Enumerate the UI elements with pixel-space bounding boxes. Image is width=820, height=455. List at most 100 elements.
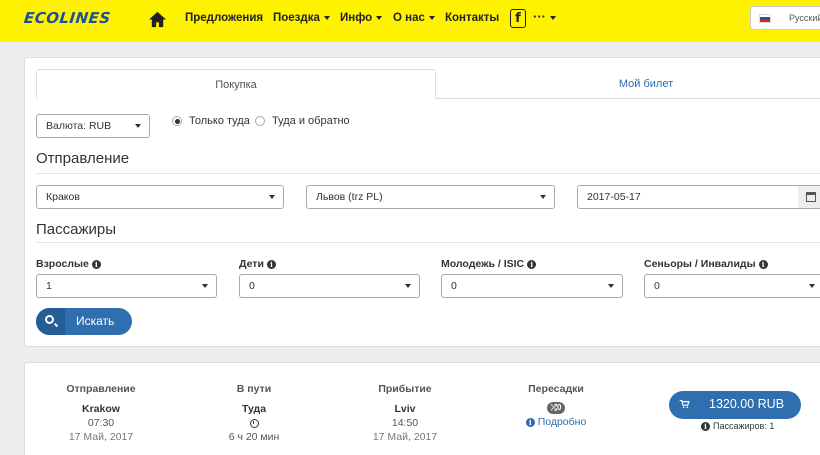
info-icon[interactable]: i [266, 259, 276, 269]
passengers-title: Пассажиры [36, 221, 117, 238]
to-value: Львов (trz PL) [316, 191, 383, 203]
youth-label-text: Молодежь / ISIC [441, 258, 525, 270]
nav-offers[interactable]: Предложения [185, 12, 263, 24]
children-value: 0 [249, 280, 255, 292]
adults-label-text: Взрослые [36, 258, 89, 270]
arrival-city: Lviv [394, 403, 416, 415]
chevron-down-icon [202, 284, 208, 288]
more-icon: ··· [533, 9, 546, 24]
calendar-icon [806, 192, 816, 202]
search-button[interactable]: Искать [36, 308, 132, 335]
date-input[interactable]: 2017-05-17 [577, 185, 799, 209]
result-panel: Отправление Krakow 07:30 17 Май, 2017 В … [24, 362, 820, 455]
tab-my-ticket[interactable]: Мой билет [436, 69, 820, 99]
currency-value: Валюта: RUB [46, 120, 112, 132]
nav-trip[interactable]: Поездка [273, 12, 330, 24]
details-link[interactable]: i Подробно [511, 416, 601, 428]
travel-direction: Туда [241, 403, 267, 415]
nav-info-label: Инфо [340, 12, 373, 24]
divider [36, 173, 820, 174]
currency-select[interactable]: Валюта: RUB [36, 114, 150, 138]
search-panel: Покупка Мой билет Валюта: RUB Только туд… [24, 57, 820, 347]
travel-head: В пути [236, 383, 272, 395]
radio-round-trip-label[interactable]: Туда и обратно [272, 115, 350, 127]
home-icon[interactable] [148, 10, 167, 29]
from-select[interactable]: Краков [36, 185, 284, 209]
ecolines-logo[interactable]: ECOLINES [23, 9, 112, 27]
radio-round-trip[interactable] [255, 116, 265, 126]
search-icon [45, 315, 54, 324]
language-selector[interactable]: Русский [750, 6, 820, 30]
youth-label: Молодежь / ISIC i [441, 258, 537, 270]
divider [36, 242, 820, 243]
chevron-down-icon [269, 195, 275, 199]
children-select[interactable]: 0 [239, 274, 420, 298]
arrival-time: 14:50 [391, 417, 419, 429]
seniors-select[interactable]: 0 [644, 274, 820, 298]
result-travel: В пути Туда 6 ч 20 мин [209, 383, 299, 443]
arrival-date: 17 Май, 2017 [372, 431, 438, 443]
children-label: Дети i [239, 258, 276, 270]
price-label: 1320.00 RUB [709, 397, 785, 411]
nav-trip-label: Поездка [273, 12, 320, 24]
chevron-down-icon [376, 15, 383, 20]
chevron-down-icon [135, 124, 141, 128]
date-value: 2017-05-17 [587, 191, 641, 203]
transfers-row: ⤮0 [511, 395, 601, 414]
travel-duration: 6 ч 20 мин [228, 431, 280, 443]
language-label: Русский [789, 13, 820, 23]
departure-date: 17 Май, 2017 [68, 431, 134, 443]
arrival-head: Прибытие [378, 383, 432, 395]
transfers-count: 0 [556, 403, 562, 412]
cart-icon [679, 400, 690, 408]
seniors-label: Сеньоры / Инвалиды i [644, 258, 768, 270]
chevron-down-icon [809, 284, 815, 288]
youth-value: 0 [451, 280, 457, 292]
chevron-down-icon [608, 284, 614, 288]
nav-contacts[interactable]: Контакты [445, 12, 499, 24]
seniors-value: 0 [654, 280, 660, 292]
departure-time: 07:30 [87, 417, 115, 429]
passenger-count-text: Пассажиров: 1 [713, 421, 775, 431]
passenger-count: i Пассажиров: 1 [701, 421, 775, 432]
youth-select[interactable]: 0 [441, 274, 623, 298]
info-icon[interactable]: i [91, 259, 101, 269]
chevron-down-icon [405, 284, 411, 288]
search-button-label: Искать [76, 314, 115, 328]
russia-flag-icon [759, 14, 771, 23]
radio-one-way-label[interactable]: Только туда [189, 115, 250, 127]
to-select[interactable]: Львов (trz PL) [306, 185, 555, 209]
search-icon-box [36, 308, 65, 335]
from-value: Краков [46, 191, 80, 203]
radio-one-way[interactable] [172, 116, 182, 126]
info-icon[interactable]: i [701, 422, 710, 432]
info-icon: i [525, 417, 535, 427]
adults-value: 1 [46, 280, 52, 292]
nav-more[interactable]: ··· [533, 9, 556, 24]
nav-about[interactable]: О нас [393, 12, 435, 24]
result-departure: Отправление Krakow 07:30 17 Май, 2017 [56, 383, 146, 443]
result-arrival: Прибытие Lviv 14:50 17 Май, 2017 [360, 383, 450, 443]
info-icon[interactable]: i [758, 259, 768, 269]
nav-info[interactable]: Инфо [340, 12, 383, 24]
transfers-badge: ⤮0 [546, 402, 566, 414]
details-link-label: Подробно [537, 416, 587, 428]
departure-head: Отправление [66, 383, 136, 395]
transfers-head: Пересадки [528, 383, 584, 395]
chevron-down-icon [550, 15, 556, 20]
clock-row [209, 417, 299, 429]
calendar-button[interactable] [798, 185, 820, 209]
tab-purchase[interactable]: Покупка [36, 69, 436, 99]
info-icon[interactable]: i [527, 259, 537, 269]
chevron-down-icon [428, 15, 435, 20]
children-label-text: Дети [239, 258, 264, 270]
adults-label: Взрослые i [36, 258, 101, 270]
chevron-down-icon [540, 195, 546, 199]
buy-button[interactable]: 1320.00 RUB [669, 391, 801, 419]
departure-title: Отправление [36, 150, 130, 167]
nav-about-label: О нас [393, 12, 425, 24]
facebook-icon[interactable]: f [510, 9, 526, 28]
navbar: ECOLINES Предложения Поездка Инфо О нас … [0, 0, 820, 42]
seniors-label-text: Сеньоры / Инвалиды [644, 258, 756, 270]
adults-select[interactable]: 1 [36, 274, 217, 298]
